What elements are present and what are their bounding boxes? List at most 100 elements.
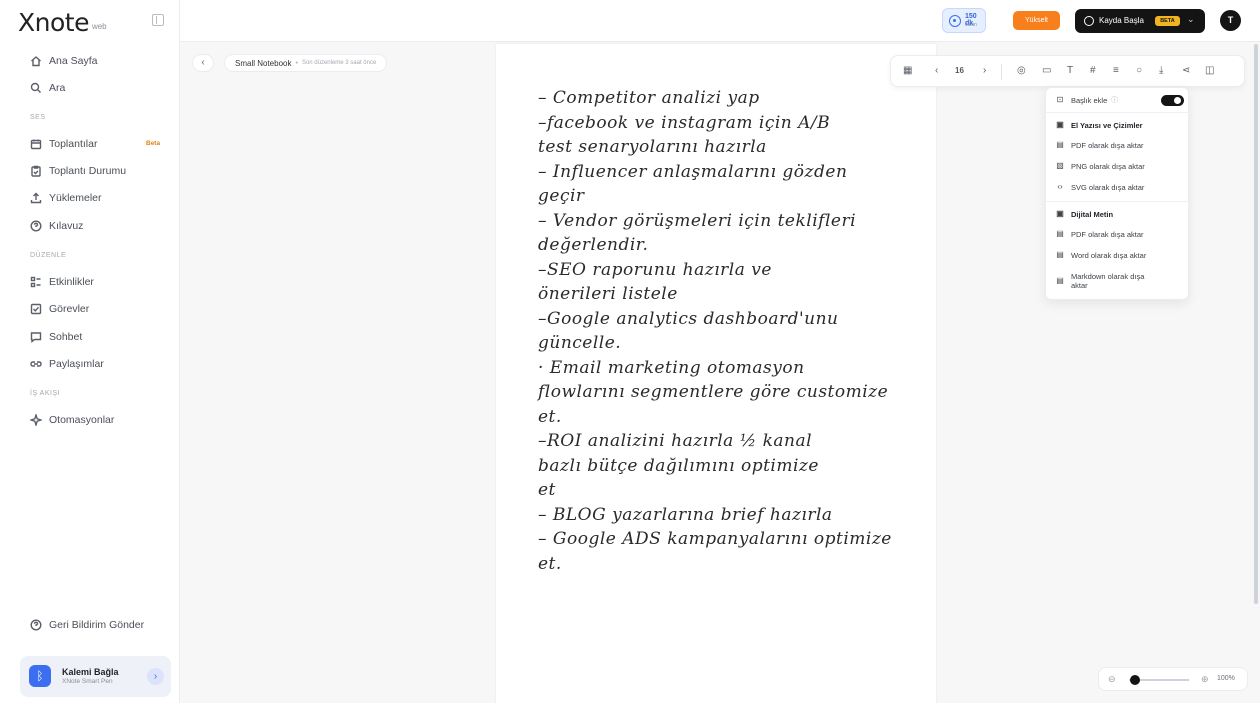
sidebar-item-label: Ana Sayfa <box>49 55 98 67</box>
chat-icon <box>30 332 42 343</box>
share-icon[interactable]: ⋖ <box>1182 65 1190 76</box>
note-line: flowlarını segmentlere göre customize <box>538 382 889 402</box>
back-button[interactable]: ‹ <box>192 54 214 72</box>
zoom-out-icon[interactable]: ⊖ <box>1108 674 1116 685</box>
pen-subtitle: XNote Smart Pen <box>62 678 113 685</box>
document-icon: ▣ <box>1056 209 1064 218</box>
last-edited: Son düzenleme 3 saat önce <box>301 60 377 66</box>
list-icon <box>30 276 41 288</box>
sidebar-collapse-icon[interactable] <box>152 14 164 26</box>
note-line: önerileri listele <box>538 284 678 304</box>
code-icon: ‹› <box>1057 182 1063 191</box>
calendar-icon <box>30 139 42 150</box>
record-icon <box>1084 16 1094 26</box>
zoom-control: ⊖ ⊕ 100% <box>1098 667 1248 691</box>
sidebar-item-automations[interactable]: Otomasyonlar <box>30 412 114 428</box>
chevron-right-icon[interactable]: › <box>147 668 164 685</box>
sidebar-item-label: Yüklemeler <box>49 192 102 204</box>
connect-pen-card[interactable]: ᛒ Kalemi Bağla XNote Smart Pen › <box>20 656 171 697</box>
note-line: değerlendir. <box>538 235 649 255</box>
brand-sub: web <box>91 22 107 31</box>
brand-logo[interactable]: Xnote web <box>18 9 107 37</box>
notebook-title[interactable]: Small Notebook <box>235 59 291 68</box>
hashtag-icon[interactable]: # <box>1090 65 1096 76</box>
sidebar-item-chat[interactable]: Sohbet <box>30 329 82 345</box>
section-is-akisi: İŞ AKIŞI <box>30 390 61 397</box>
note-line: – Influencer anlaşmalarını gözden <box>538 161 848 182</box>
next-page-icon[interactable]: › <box>983 65 986 76</box>
prev-page-icon[interactable]: ‹ <box>935 65 938 76</box>
note-line: test senaryolarını hazırla <box>538 137 767 157</box>
title-toggle-switch[interactable] <box>1161 95 1184 106</box>
clipboard-icon <box>31 165 41 177</box>
top-bar: 150 dk kalan Yükselt Kayda Başla BETA ⌄ … <box>180 0 1260 42</box>
align-icon[interactable]: ≡ <box>1113 65 1119 76</box>
link-icon <box>30 361 42 367</box>
note-line: geçir <box>538 186 585 206</box>
sidebar-item-search[interactable]: Ara <box>30 80 65 96</box>
pdf-icon: ▤ <box>1056 140 1064 149</box>
sidebar-item-label: Görevler <box>49 303 90 315</box>
sidepanel-icon[interactable]: ◫ <box>1205 65 1214 76</box>
section-label: El Yazısı ve Çizimler <box>1071 120 1143 130</box>
notebook-page[interactable]: – Competitor analizi yap –facebook ve ins… <box>496 44 936 703</box>
sidebar: Xnote web Ana Sayfa Ara SES Toplantılar … <box>0 0 180 703</box>
info-icon: ⓘ <box>1111 97 1119 104</box>
add-title-toggle[interactable]: ⊡ Başlık ekle ⓘ <box>1046 91 1190 109</box>
bubble-icon[interactable]: ○ <box>1136 65 1142 76</box>
download-icon[interactable]: ⤓ <box>1159 65 1163 76</box>
zoom-slider-handle[interactable] <box>1130 675 1140 685</box>
chevron-down-icon[interactable]: ⌄ <box>1187 14 1195 25</box>
avatar[interactable]: T <box>1220 10 1241 31</box>
breadcrumb: Small Notebook • Son düzenleme 3 saat ön… <box>224 54 388 72</box>
beta-badge: Beta <box>146 140 161 147</box>
text-icon[interactable]: T <box>1067 65 1073 76</box>
sidebar-item-shares[interactable]: Paylaşımlar <box>30 356 104 372</box>
sidebar-item-label: Ara <box>49 82 66 94</box>
brand-name: Xnote <box>18 8 89 37</box>
sidebar-item-home[interactable]: Ana Sayfa <box>30 53 97 69</box>
word-icon: ▤ <box>1056 250 1064 259</box>
sidebar-item-meeting-status[interactable]: Toplantı Durumu <box>30 163 126 179</box>
sidebar-item-meetings[interactable]: Toplantılar <box>30 136 97 152</box>
sidebar-item-uploads[interactable]: Yüklemeler <box>30 190 102 206</box>
note-line: –facebook ve instagram için A/B <box>538 112 831 133</box>
scrollbar[interactable] <box>1254 44 1258 604</box>
export-dt-pdf[interactable]: ▤ PDF olarak dışa aktar <box>1046 225 1190 243</box>
pages-icon[interactable]: ▦ <box>903 65 912 76</box>
export-hw-pdf[interactable]: ▤ PDF olarak dışa aktar <box>1046 136 1190 154</box>
record-label: Kayda Başla <box>1099 16 1144 25</box>
sidebar-item-events[interactable]: Etkinlikler <box>30 274 94 290</box>
note-line: – BLOG yazarlarına brief hazırla <box>538 504 833 525</box>
export-dt-markdown[interactable]: ▤ Markdown olarak dışa aktar <box>1046 268 1190 294</box>
upgrade-button[interactable]: Yükselt <box>1013 11 1060 30</box>
comment-icon[interactable]: ▭ <box>1042 65 1051 76</box>
note-line: güncelle. <box>538 333 622 353</box>
breadcrumb-separator: • <box>295 59 298 67</box>
handwriting-section-header: ▣ El Yazısı ve Çizimler <box>1046 116 1190 134</box>
feedback-button[interactable]: Geri Bildirim Gönder <box>30 619 144 631</box>
credit-unit: kalan <box>965 22 977 28</box>
sidebar-item-label: Otomasyonlar <box>49 414 115 426</box>
menu-item-label: SVG olarak dışa aktar <box>1071 182 1145 192</box>
note-line: –SEO raporunu hazırla ve <box>538 259 772 280</box>
export-hw-svg[interactable]: ‹› SVG olarak dışa aktar <box>1046 178 1190 196</box>
credit-indicator[interactable]: 150 dk kalan <box>942 8 986 33</box>
export-dt-word[interactable]: ▤ Word olarak dışa aktar <box>1046 246 1190 264</box>
note-line: et. <box>538 406 562 427</box>
image-icon: ▧ <box>1056 161 1064 170</box>
help-icon <box>30 619 42 631</box>
start-recording-button[interactable]: Kayda Başla BETA ⌄ <box>1075 9 1205 33</box>
sidebar-item-guide[interactable]: Kılavuz <box>30 218 83 234</box>
export-hw-png[interactable]: ▧ PNG olarak dışa aktar <box>1046 157 1190 175</box>
zoom-in-icon[interactable]: ⊕ <box>1201 674 1209 685</box>
export-menu: ⊡ Başlık ekle ⓘ ▣ El Yazısı ve Çizimler … <box>1045 87 1190 300</box>
palette-icon[interactable]: ◎ <box>1017 65 1026 76</box>
sidebar-item-label: Kılavuz <box>49 220 84 232</box>
menu-item-label: Markdown olarak dışa aktar <box>1071 272 1145 290</box>
section-duzenle: DÜZENLE <box>30 252 67 259</box>
note-line: – Competitor analizi yap <box>538 88 760 108</box>
sidebar-item-tasks[interactable]: Görevler <box>30 301 89 317</box>
menu-item-label: PDF olarak dışa aktar <box>1071 229 1144 239</box>
menu-item-label: PNG olarak dışa aktar <box>1071 161 1145 171</box>
